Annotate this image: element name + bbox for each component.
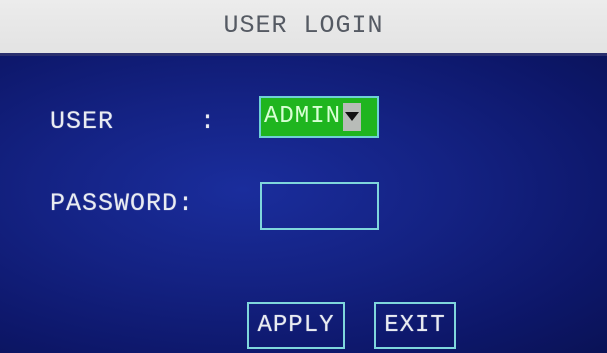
chevron-down-icon[interactable] xyxy=(343,103,362,131)
user-select-value: ADMIN xyxy=(264,103,342,130)
title-bar: USER LOGIN xyxy=(0,0,607,56)
password-label: PASSWORD: xyxy=(50,189,195,218)
user-label: USER xyxy=(50,107,115,136)
login-screen: USER LOGIN USER : ADMIN PASSWORD: APPLY … xyxy=(0,0,607,353)
password-field[interactable] xyxy=(260,182,379,230)
exit-button[interactable]: EXIT xyxy=(374,302,456,349)
user-colon: : xyxy=(200,107,217,136)
apply-button[interactable]: APPLY xyxy=(247,302,345,349)
window-title: USER LOGIN xyxy=(223,11,384,40)
user-select[interactable]: ADMIN xyxy=(259,96,379,138)
